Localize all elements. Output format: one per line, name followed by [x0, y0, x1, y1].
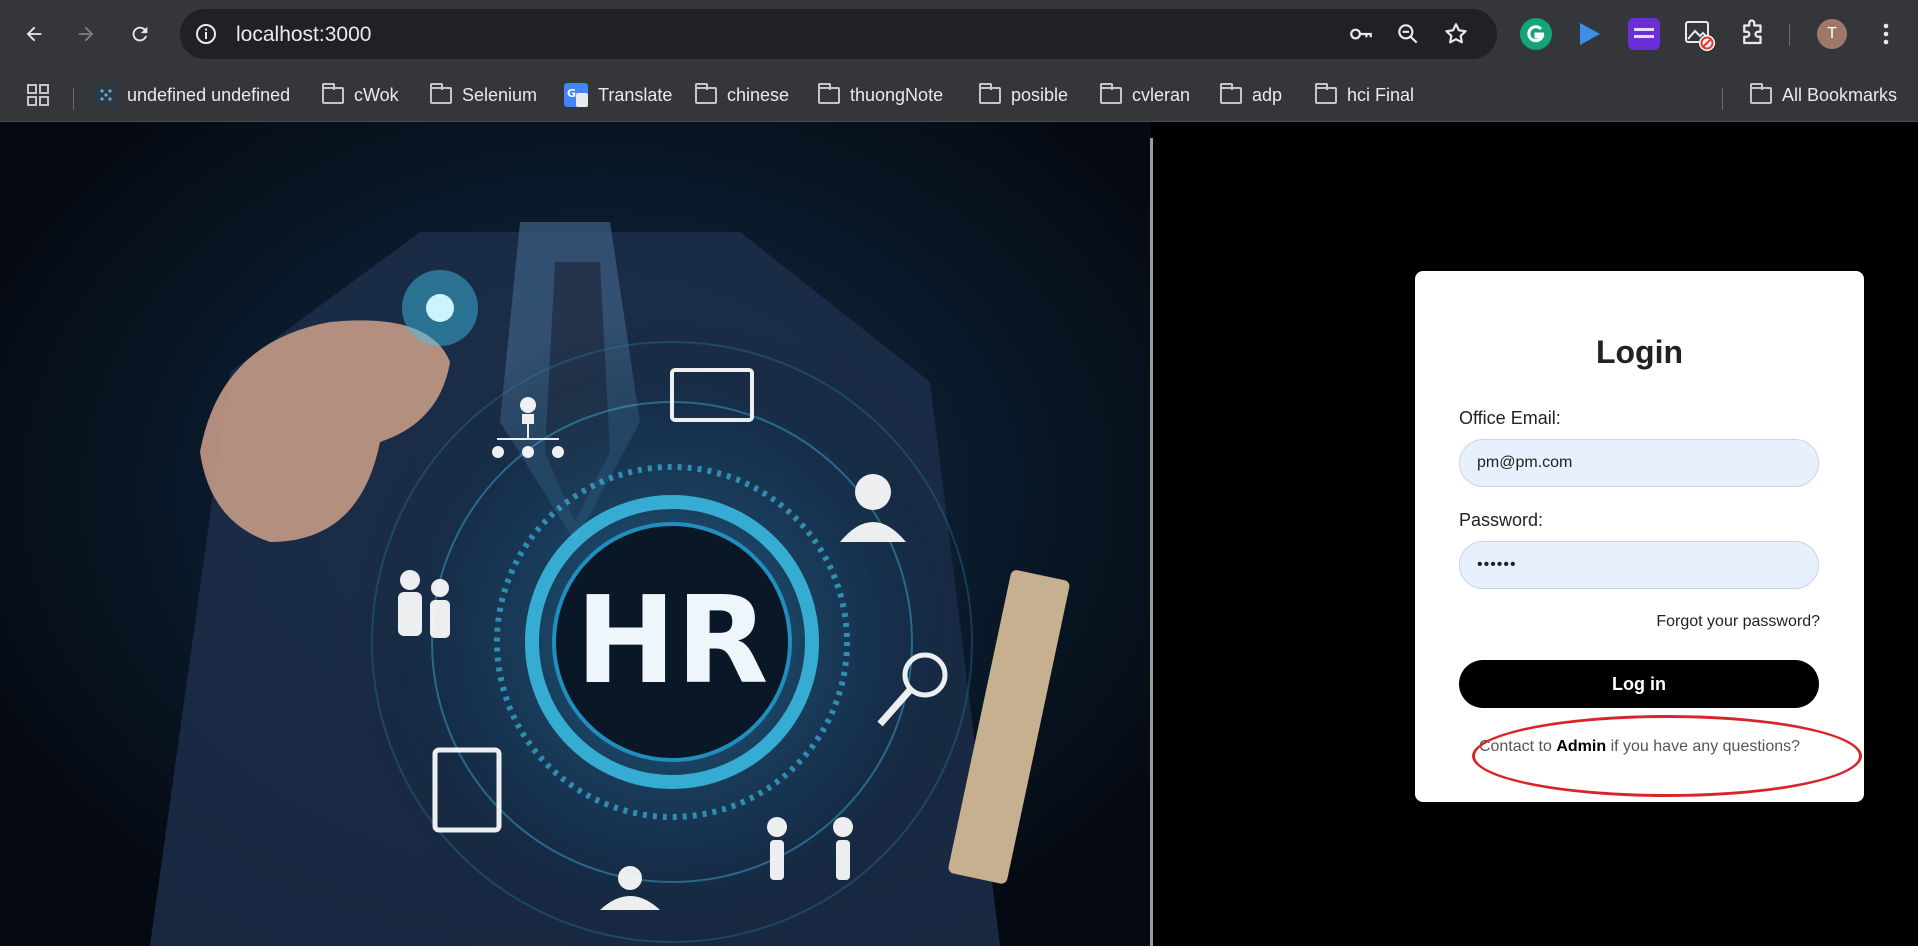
toolbar-separator [1789, 24, 1790, 46]
arrow-right-icon [78, 26, 94, 42]
bookmark-label: posible [1011, 84, 1069, 105]
folder-icon [979, 82, 1001, 104]
panel-divider [1150, 138, 1153, 946]
bookmark-item[interactable]: Selenium [430, 78, 537, 112]
bookmark-label: cWok [354, 84, 399, 105]
send-arrow-icon [1580, 23, 1600, 45]
bookmark-label: hci Final [1347, 84, 1415, 105]
apps-grid-icon [27, 84, 49, 106]
email-field[interactable]: pm@pm.com [1459, 439, 1819, 487]
site-icon [95, 84, 117, 106]
reload-icon [132, 26, 148, 42]
password-label: Password: [1459, 510, 1544, 530]
grammarly-extension-icon[interactable] [1520, 18, 1552, 50]
browser-menu-button[interactable] [1870, 18, 1902, 50]
bookmark-item[interactable]: thuongNote [818, 78, 943, 112]
folder-icon [1750, 82, 1772, 104]
bookmark-item[interactable]: cWok [322, 78, 399, 112]
google-translate-icon: G [564, 83, 588, 107]
folder-icon [695, 82, 717, 104]
bookmark-label: undefined undefined [127, 84, 291, 105]
bookmark-item[interactable]: posible [979, 78, 1068, 112]
design-icon [1634, 28, 1654, 38]
hr-logo-text: HR [576, 572, 769, 711]
apps-button[interactable] [26, 78, 50, 112]
bookmark-item[interactable]: chinese [695, 78, 789, 112]
bookmark-label: Selenium [462, 84, 538, 105]
key-icon[interactable] [1348, 21, 1374, 47]
address-bar[interactable]: localhost:3000 [180, 9, 1497, 59]
bookmark-label: cvleran [1132, 84, 1191, 105]
url-text[interactable]: localhost:3000 [236, 23, 371, 47]
bookmark-label: adp [1252, 84, 1283, 105]
bookmark-item[interactable]: cvleran [1100, 78, 1190, 112]
blocked-extension-icon[interactable] [1683, 18, 1715, 51]
folder-icon [322, 82, 344, 104]
puzzle-icon [1743, 19, 1762, 45]
bookmarks-bar: undefined undefined cWok Selenium G Tran… [0, 68, 1918, 122]
bookmark-item[interactable]: undefined undefined [95, 78, 290, 112]
hr-illustration: HR [150, 222, 1070, 946]
login-title: Login [1595, 334, 1684, 370]
folder-icon [1220, 82, 1242, 104]
bookmark-label: Translate [598, 84, 673, 105]
reload-button[interactable] [124, 18, 156, 50]
forgot-password-link[interactable]: Forgot your password? [1656, 613, 1820, 631]
bookmark-star-icon[interactable] [1443, 21, 1469, 47]
grammarly-g-icon [1527, 25, 1545, 43]
bookmarks-separator [73, 88, 74, 110]
profile-avatar[interactable]: T [1817, 19, 1847, 49]
kebab-menu-icon [1883, 23, 1889, 45]
bookmark-label: thuongNote [850, 84, 944, 105]
zoom-icon[interactable] [1395, 21, 1421, 47]
email-label: Office Email: [1459, 408, 1561, 428]
folder-icon [818, 82, 840, 104]
folder-icon [1315, 82, 1337, 104]
all-bookmarks-button[interactable]: All Bookmarks [1750, 78, 1897, 112]
browser-toolbar: localhost:3000 T [0, 0, 1918, 68]
forward-button[interactable] [70, 18, 102, 50]
send-extension-icon[interactable] [1573, 18, 1605, 50]
extensions-button[interactable] [1738, 18, 1770, 50]
login-button[interactable]: Log in [1459, 660, 1819, 708]
folder-icon [430, 82, 452, 104]
folder-icon [1100, 82, 1122, 104]
page-content: HR Login Office Email: pm@pm.com Passwor… [0, 122, 1918, 946]
all-bookmarks-label: All Bookmarks [1782, 84, 1898, 105]
hero-image: HR [0, 122, 1151, 946]
design-extension-icon[interactable] [1628, 18, 1660, 50]
bookmark-item[interactable]: hci Final [1315, 78, 1414, 112]
bookmark-item[interactable]: G Translate [564, 78, 672, 112]
password-field[interactable]: •••••• [1459, 541, 1819, 589]
site-info-icon[interactable] [194, 22, 218, 46]
bookmark-label: chinese [727, 84, 790, 105]
annotation-ellipse [1472, 715, 1862, 797]
back-button[interactable] [18, 18, 50, 50]
svg-text:G: G [567, 87, 576, 100]
arrow-left-icon [26, 26, 42, 42]
bookmarks-separator [1722, 88, 1723, 110]
bookmark-item[interactable]: adp [1220, 78, 1282, 112]
image-blocked-icon [1685, 21, 1715, 51]
